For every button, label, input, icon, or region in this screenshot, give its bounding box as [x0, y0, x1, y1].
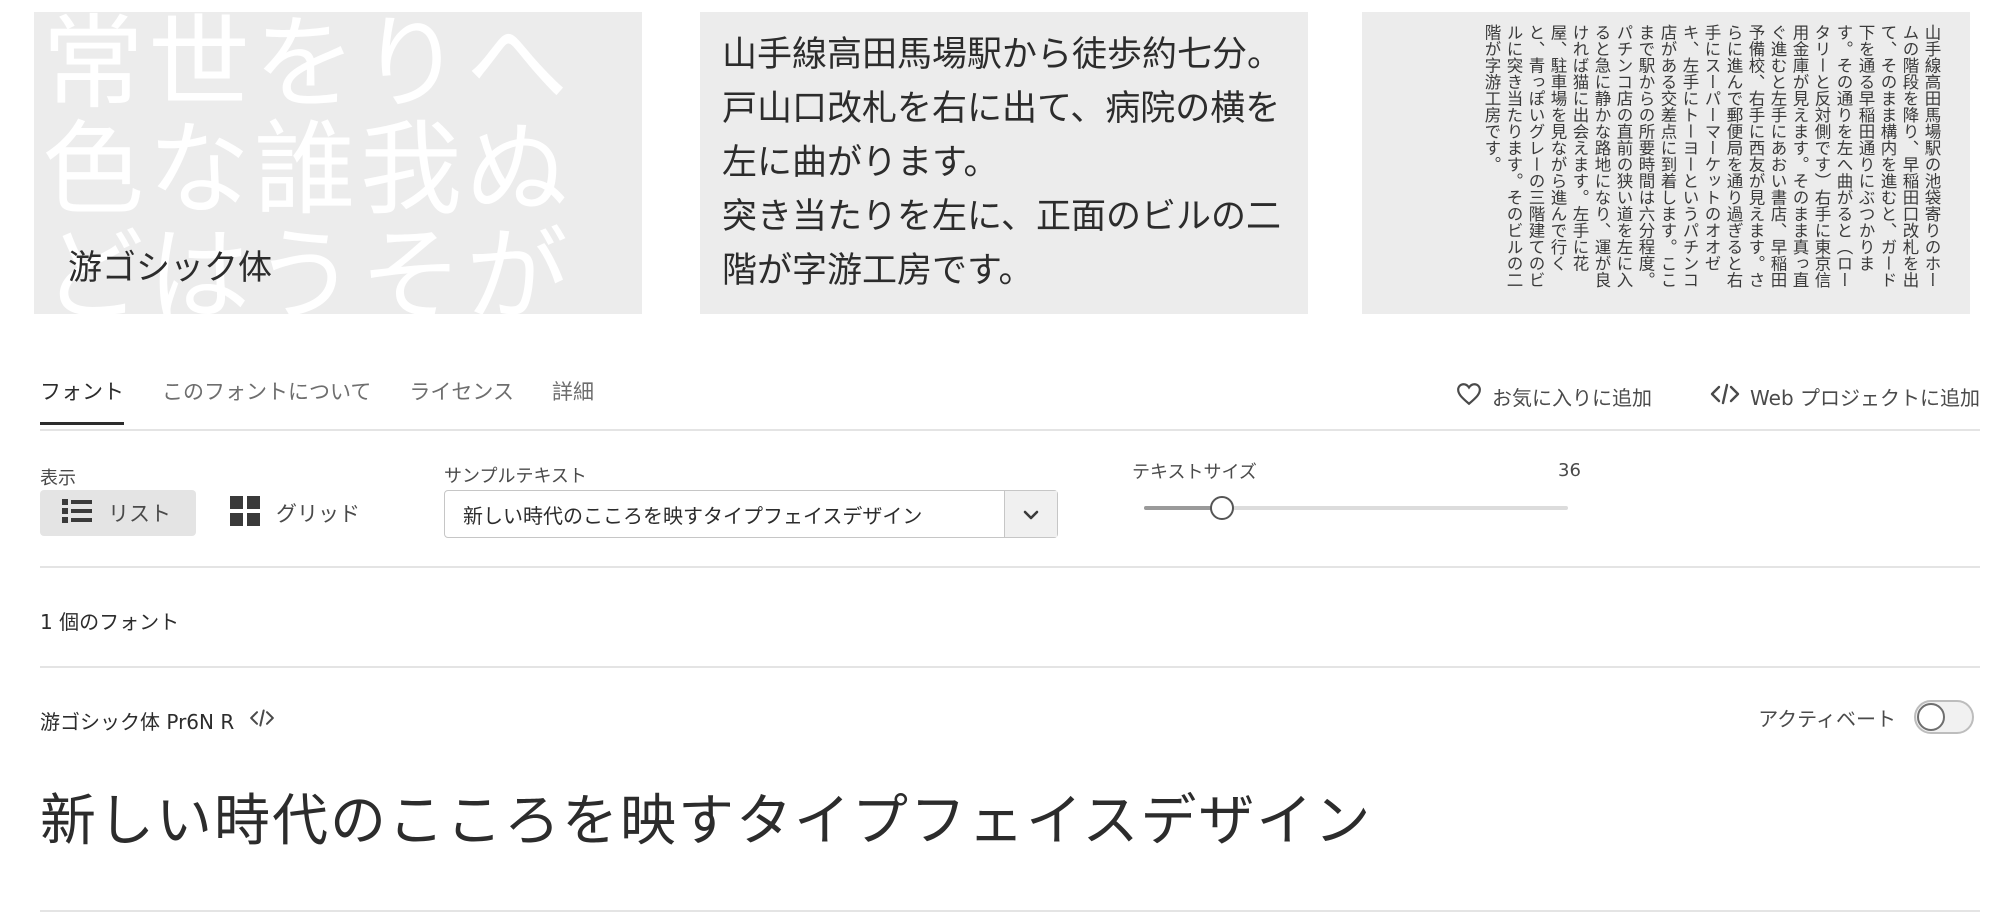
view-grid-label: グリッド: [276, 502, 360, 526]
horizontal-sample-text: 山手線高田馬場駅から徒歩約七分。戸山口改札を右に出て、病院の横を左に曲がります。…: [722, 28, 1296, 298]
font-count: 1 個のフォント: [40, 610, 180, 634]
top-actions: お気に入りに追加 Web プロジェクトに追加: [1456, 382, 1980, 411]
add-to-favorites-label: お気に入りに追加: [1492, 386, 1653, 410]
web-embed-code-icon[interactable]: [248, 708, 276, 733]
text-size-slider[interactable]: [1144, 496, 1568, 520]
chevron-down-icon: [1023, 505, 1039, 524]
list-icon: [62, 497, 92, 530]
add-to-favorites-button[interactable]: お気に入りに追加: [1456, 382, 1652, 411]
tab-bar: フォント このフォントについて ライセンス 詳細: [40, 376, 594, 425]
font-preview: 新しい時代のこころを映すタイプフェイスデザイン: [40, 789, 1373, 854]
activate-toggle[interactable]: [1914, 700, 1974, 734]
horizontal-sample-line-2: 突き当たりを左に、正面のビルの二階が字游工房です。: [722, 197, 1281, 291]
tab-fonts[interactable]: フォント: [40, 376, 124, 425]
view-list-button[interactable]: リスト: [40, 490, 196, 536]
divider: [40, 910, 1980, 912]
divider: [40, 666, 1980, 668]
heart-icon: [1456, 382, 1482, 411]
view-list-label: リスト: [108, 502, 171, 526]
add-to-web-project-button[interactable]: Web プロジェクトに追加: [1710, 382, 1980, 411]
tab-about-font[interactable]: このフォントについて: [162, 376, 371, 422]
add-to-web-project-label: Web プロジェクトに追加: [1750, 386, 1980, 410]
vertical-sample-panel: 山手線高田馬場駅の池袋寄りのホームの階段を降り、早稲田口改札を出て、そのまま構内…: [1362, 12, 1970, 314]
text-size-label: テキストサイズ: [1132, 462, 1257, 483]
view-grid-button[interactable]: グリッド: [228, 490, 360, 536]
sample-text-label: サンプルテキスト: [444, 466, 587, 487]
font-name: 游ゴシック体 Pr6N R: [40, 710, 235, 734]
display-sample-caption: 游ゴシック体: [68, 248, 272, 288]
horizontal-sample-line-1: 山手線高田馬場駅から徒歩約七分。戸山口改札を右に出て、病院の横を左に曲がります。: [722, 35, 1283, 183]
text-size-slider-thumb[interactable]: [1210, 496, 1235, 520]
tab-license[interactable]: ライセンス: [409, 376, 514, 422]
view-label: 表示: [40, 468, 76, 489]
vertical-sample-text: 山手線高田馬場駅の池袋寄りのホームの階段を降り、早稲田口改札を出て、そのまま構内…: [1482, 24, 1941, 288]
activate-label: アクティベート: [1758, 706, 1896, 731]
horizontal-sample-panel: 山手線高田馬場駅から徒歩約七分。戸山口改札を右に出て、病院の横を左に曲がります。…: [700, 12, 1308, 314]
divider: [40, 429, 1980, 431]
tab-details[interactable]: 詳細: [552, 376, 594, 422]
code-icon: [1710, 382, 1740, 411]
text-size-value: 36: [1558, 460, 1581, 481]
sample-text-value: 新しい時代のこころを映すタイプフェイスデザイン: [463, 503, 923, 528]
activate-control: アクティベート: [1758, 700, 1974, 734]
sample-text-dropdown-button[interactable]: [1004, 491, 1057, 537]
divider: [40, 566, 1980, 568]
font-entry-header: 游ゴシック体 Pr6N R: [40, 706, 276, 735]
activate-toggle-knob: [1917, 703, 1945, 731]
grid-icon: [230, 495, 260, 531]
display-sample-panel: 常世をりへ色な誰我ぬどはうそがる散句 游ゴシック体: [34, 12, 642, 314]
sample-text-select[interactable]: 新しい時代のこころを映すタイプフェイスデザイン: [444, 490, 1058, 538]
